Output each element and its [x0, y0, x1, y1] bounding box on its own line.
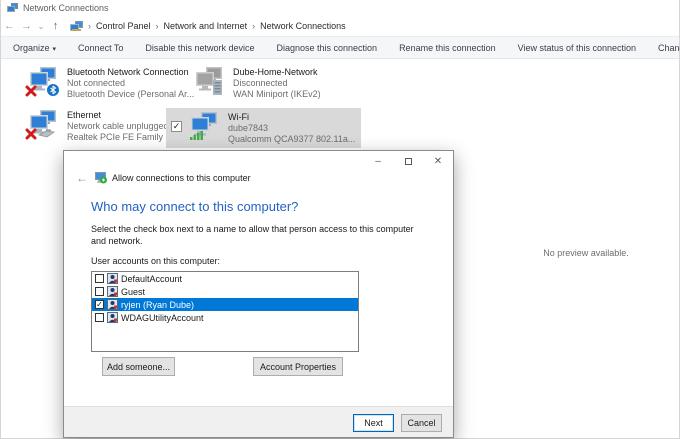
account-checkbox[interactable]: [95, 287, 104, 296]
maximize-icon[interactable]: [393, 151, 423, 171]
connection-device: Qualcomm QCA9377 802.11a...: [228, 134, 355, 145]
app-icon: [7, 3, 18, 13]
wan-connection-icon: [191, 66, 227, 97]
account-row-defaultaccount[interactable]: DefaultAccount: [92, 272, 358, 285]
breadcrumb-separator: ›: [252, 21, 255, 31]
account-row-wdagutilityaccount[interactable]: WDAGUtilityAccount: [92, 311, 358, 324]
add-someone-button[interactable]: Add someone...: [102, 357, 175, 376]
connection-status: dube7843: [228, 123, 355, 134]
user-icon: [107, 273, 118, 284]
back-icon[interactable]: ←: [1, 20, 18, 32]
accounts-list-label: User accounts on this computer:: [91, 256, 220, 266]
title-bar: Network Connections: [1, 0, 679, 16]
connection-name: Wi-Fi: [228, 112, 355, 123]
caret-down-icon: ▾: [53, 46, 57, 53]
connection-device: WAN Miniport (IKEv2): [233, 89, 321, 100]
wizard-icon: [94, 172, 107, 184]
account-name: Guest: [121, 287, 145, 297]
dialog-description: Select the check box next to a name to a…: [91, 223, 426, 247]
wifi-connection-icon: [186, 111, 222, 142]
connection-name: Bluetooth Network Connection: [67, 67, 194, 78]
dialog-heading: Who may connect to this computer?: [91, 199, 298, 214]
breadcrumb-control-panel[interactable]: Control Panel: [96, 21, 151, 31]
connection-status: Not connected: [67, 78, 194, 89]
account-name: DefaultAccount: [121, 274, 182, 284]
forward-icon[interactable]: →: [18, 20, 35, 32]
dialog-back-icon[interactable]: ←: [76, 171, 94, 185]
user-icon: [107, 299, 118, 310]
organize-button[interactable]: Organize▾: [1, 43, 67, 53]
account-checkbox[interactable]: [95, 300, 104, 309]
connection-item-bluetooth[interactable]: Bluetooth Network Connection Not connect…: [25, 66, 194, 100]
recent-locations-icon[interactable]: ⌄: [35, 22, 47, 31]
change-settings-button[interactable]: Change settings of this connection: [647, 43, 680, 53]
user-accounts-listbox[interactable]: DefaultAccount Guest ryjen (Ryan Dube) W…: [91, 271, 359, 352]
rename-connection-button[interactable]: Rename this connection: [388, 43, 507, 53]
account-row-guest[interactable]: Guest: [92, 285, 358, 298]
bluetooth-connection-icon: [25, 66, 61, 97]
breadcrumb-network-connections[interactable]: Network Connections: [260, 21, 346, 31]
allow-connections-dialog: – ✕ ← Allow connections to this computer…: [63, 150, 454, 438]
connection-device: Bluetooth Device (Personal Ar...: [67, 89, 194, 100]
account-checkbox[interactable]: [95, 274, 104, 283]
connection-item-wifi[interactable]: ✓ Wi-Fi dube7843 Qualcomm QCA9377 802.11…: [166, 108, 361, 148]
navigation-bar: ← → ⌄ ↑ › Control Panel › Network and In…: [1, 16, 679, 37]
view-status-button[interactable]: View status of this connection: [507, 43, 647, 53]
minimize-icon[interactable]: –: [363, 151, 393, 171]
preview-pane-message: No preview available.: [501, 248, 671, 258]
next-button[interactable]: Next: [353, 414, 394, 432]
account-name: ryjen (Ryan Dube): [121, 300, 194, 310]
account-name: WDAGUtilityAccount: [121, 313, 204, 323]
breadcrumb-network-and-internet[interactable]: Network and Internet: [164, 21, 248, 31]
account-row-ryjen[interactable]: ryjen (Ryan Dube): [92, 298, 358, 311]
connect-to-button[interactable]: Connect To: [67, 43, 134, 53]
account-properties-button[interactable]: Account Properties: [253, 357, 343, 376]
command-toolbar: Organize▾ Connect To Disable this networ…: [1, 37, 679, 59]
connection-name: Dube-Home-Network: [233, 67, 321, 78]
connection-item-dube-home-network[interactable]: Dube-Home-Network Disconnected WAN Minip…: [191, 66, 321, 100]
user-icon: [107, 312, 118, 323]
item-checkbox[interactable]: ✓: [171, 121, 182, 132]
breadcrumb-separator: ›: [156, 21, 159, 31]
disable-device-button[interactable]: Disable this network device: [134, 43, 265, 53]
window-title: Network Connections: [23, 3, 109, 13]
location-icon: [70, 21, 83, 32]
user-icon: [107, 286, 118, 297]
address-bar[interactable]: › Control Panel › Network and Internet ›…: [70, 21, 346, 32]
diagnose-connection-button[interactable]: Diagnose this connection: [265, 43, 388, 53]
dialog-caption-buttons: – ✕: [363, 151, 453, 171]
dialog-header: ← Allow connections to this computer: [76, 171, 251, 185]
cancel-button[interactable]: Cancel: [401, 414, 442, 432]
connection-status: Disconnected: [233, 78, 321, 89]
breadcrumb-separator: ›: [88, 21, 91, 31]
close-icon[interactable]: ✕: [423, 151, 453, 171]
ethernet-connection-icon: [25, 109, 61, 140]
account-checkbox[interactable]: [95, 313, 104, 322]
up-icon[interactable]: ↑: [47, 20, 64, 32]
dialog-title: Allow connections to this computer: [112, 173, 251, 183]
dialog-footer: [64, 406, 453, 437]
